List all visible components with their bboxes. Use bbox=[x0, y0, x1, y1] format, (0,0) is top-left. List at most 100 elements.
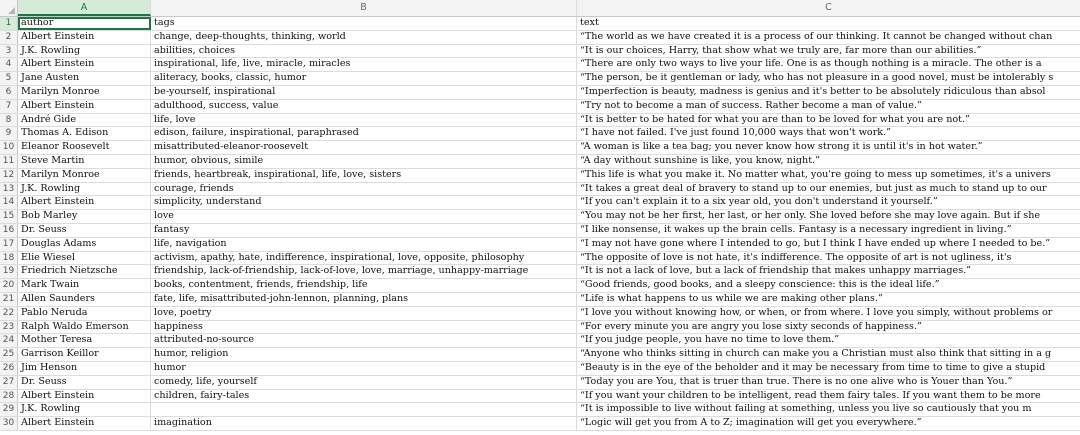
text-cell[interactable]: “I love you without knowing how, or when… bbox=[577, 307, 1080, 320]
tags-cell[interactable]: courage, friends bbox=[151, 182, 577, 196]
tags-cell[interactable]: love bbox=[151, 210, 577, 223]
tags-cell[interactable]: aliteracy, books, classic, humor bbox=[151, 72, 577, 85]
text-cell[interactable]: “If you judge people, you have no time t… bbox=[577, 334, 1080, 347]
author-cell[interactable]: J.K. Rowling bbox=[18, 403, 151, 417]
text-cell[interactable]: “It is not a lack of love, but a lack of… bbox=[577, 265, 1080, 278]
tags-cell[interactable] bbox=[151, 403, 577, 417]
author-cell[interactable]: Mother Teresa bbox=[18, 334, 151, 348]
column-header-b[interactable]: B bbox=[151, 0, 577, 16]
author-cell[interactable]: André Gide bbox=[18, 113, 151, 127]
author-cell[interactable]: Mark Twain bbox=[18, 279, 151, 292]
text-cell[interactable]: “Beauty is in the eye of the beholder an… bbox=[577, 362, 1080, 375]
tags-cell[interactable]: edison, failure, inspirational, paraphra… bbox=[151, 127, 577, 141]
tags-cell[interactable]: imagination bbox=[151, 417, 577, 430]
row-number[interactable]: 24 bbox=[0, 334, 18, 348]
tags-cell[interactable]: adulthood, success, value bbox=[151, 99, 577, 113]
author-cell[interactable]: Elie Wiesel bbox=[18, 251, 151, 265]
text-cell[interactable]: “It is better to be hated for what you a… bbox=[577, 114, 1080, 127]
text-cell[interactable]: “For every minute you are angry you lose… bbox=[577, 321, 1080, 334]
text-cell[interactable]: “A woman is like a tea bag; you never kn… bbox=[577, 141, 1080, 154]
row-number[interactable]: 8 bbox=[0, 113, 18, 127]
row-number[interactable]: 1 bbox=[0, 17, 18, 30]
text-cell[interactable]: “The person, be it gentleman or lady, wh… bbox=[577, 72, 1080, 85]
row-number[interactable]: 6 bbox=[0, 85, 18, 99]
text-cell[interactable]: “I like nonsense, it wakes up the brain … bbox=[577, 224, 1080, 237]
tags-cell[interactable]: life, navigation bbox=[151, 237, 577, 251]
row-number[interactable]: 19 bbox=[0, 265, 18, 279]
tags-cell[interactable]: humor, religion bbox=[151, 348, 577, 361]
author-cell[interactable]: Steve Martin bbox=[18, 154, 151, 168]
tags-cell[interactable]: change, deep-thoughts, thinking, world bbox=[151, 30, 577, 44]
author-cell[interactable]: J.K. Rowling bbox=[18, 44, 151, 58]
text-cell[interactable]: “Good friends, good books, and a sleepy … bbox=[577, 279, 1080, 292]
text-cell[interactable]: “It is impossible to live without failin… bbox=[577, 403, 1080, 416]
row-number[interactable]: 27 bbox=[0, 375, 18, 389]
row-number[interactable]: 23 bbox=[0, 320, 18, 334]
text-cell[interactable]: “The world as we have created it is a pr… bbox=[577, 31, 1080, 44]
row-number[interactable]: 21 bbox=[0, 292, 18, 306]
row-number[interactable]: 16 bbox=[0, 223, 18, 237]
author-cell[interactable]: Thomas A. Edison bbox=[18, 127, 151, 141]
row-number[interactable]: 14 bbox=[0, 196, 18, 210]
select-all-corner[interactable] bbox=[0, 0, 18, 16]
tags-cell[interactable]: fate, life, misattributed-john-lennon, p… bbox=[151, 292, 577, 306]
text-cell[interactable]: “A day without sunshine is like, you kno… bbox=[577, 155, 1080, 168]
tags-cell[interactable]: friends, heartbreak, inspirational, life… bbox=[151, 168, 577, 182]
text-cell[interactable]: “I may not have gone where I intended to… bbox=[577, 238, 1080, 251]
text-cell[interactable]: “You may not be her first, her last, or … bbox=[577, 210, 1080, 223]
row-number[interactable]: 4 bbox=[0, 58, 18, 72]
row-number[interactable]: 15 bbox=[0, 210, 18, 223]
row-number[interactable]: 28 bbox=[0, 389, 18, 403]
text-cell[interactable]: “Today you are You, that is truer than t… bbox=[577, 376, 1080, 389]
row-number[interactable]: 5 bbox=[0, 72, 18, 85]
tags-cell[interactable]: children, fairy-tales bbox=[151, 389, 577, 403]
row-number[interactable]: 30 bbox=[0, 417, 18, 430]
tags-cell[interactable]: abilities, choices bbox=[151, 44, 577, 58]
row-number[interactable]: 10 bbox=[0, 141, 18, 154]
tags-cell[interactable]: simplicity, understand bbox=[151, 196, 577, 210]
row-number[interactable]: 11 bbox=[0, 154, 18, 168]
author-cell[interactable]: Albert Einstein bbox=[18, 389, 151, 403]
author-cell[interactable]: Albert Einstein bbox=[18, 30, 151, 44]
author-cell[interactable]: Jane Austen bbox=[18, 72, 151, 85]
author-cell[interactable]: Albert Einstein bbox=[18, 417, 151, 430]
author-cell[interactable]: Albert Einstein bbox=[18, 58, 151, 72]
text-cell[interactable]: “Anyone who thinks sitting in church can… bbox=[577, 348, 1080, 361]
author-cell[interactable]: Dr. Seuss bbox=[18, 375, 151, 389]
author-cell[interactable]: Marilyn Monroe bbox=[18, 85, 151, 99]
author-cell[interactable]: Dr. Seuss bbox=[18, 223, 151, 237]
row-number[interactable]: 13 bbox=[0, 182, 18, 196]
text-cell[interactable]: “I have not failed. I've just found 10,0… bbox=[577, 127, 1080, 140]
tags-cell[interactable]: humor bbox=[151, 361, 577, 375]
row-number[interactable]: 18 bbox=[0, 251, 18, 265]
author-cell[interactable]: Douglas Adams bbox=[18, 237, 151, 251]
text-cell[interactable]: “Logic will get you from A to Z; imagina… bbox=[577, 417, 1080, 430]
author-cell[interactable]: Garrison Keillor bbox=[18, 348, 151, 361]
text-cell[interactable]: “Imperfection is beauty, madness is geni… bbox=[577, 86, 1080, 99]
tags-cell[interactable]: humor, obvious, simile bbox=[151, 154, 577, 168]
author-cell[interactable]: Allen Saunders bbox=[18, 292, 151, 306]
tags-cell[interactable]: comedy, life, yourself bbox=[151, 375, 577, 389]
tags-cell[interactable]: inspirational, life, live, miracle, mira… bbox=[151, 58, 577, 72]
row-number[interactable]: 3 bbox=[0, 44, 18, 58]
text-cell[interactable]: “Life is what happens to us while we are… bbox=[577, 293, 1080, 306]
author-cell[interactable]: Jim Henson bbox=[18, 361, 151, 375]
tags-cell[interactable]: fantasy bbox=[151, 223, 577, 237]
row-number[interactable]: 26 bbox=[0, 361, 18, 375]
row-number[interactable]: 25 bbox=[0, 348, 18, 361]
row-number[interactable]: 22 bbox=[0, 306, 18, 320]
author-cell[interactable]: Bob Marley bbox=[18, 210, 151, 223]
row-number[interactable]: 7 bbox=[0, 99, 18, 113]
author-cell[interactable]: Albert Einstein bbox=[18, 99, 151, 113]
author-cell[interactable]: Eleanor Roosevelt bbox=[18, 141, 151, 154]
tags-cell[interactable]: life, love bbox=[151, 113, 577, 127]
text-cell[interactable]: “If you want your children to be intelli… bbox=[577, 390, 1080, 403]
tags-cell[interactable]: activism, apathy, hate, indifference, in… bbox=[151, 251, 577, 265]
text-cell[interactable]: “If you can't explain it to a six year o… bbox=[577, 196, 1080, 209]
tags-cell[interactable]: happiness bbox=[151, 320, 577, 334]
author-cell[interactable]: Albert Einstein bbox=[18, 196, 151, 210]
row-number[interactable]: 29 bbox=[0, 403, 18, 417]
row-number[interactable]: 2 bbox=[0, 30, 18, 44]
text-cell[interactable]: “It is our choices, Harry, that show wha… bbox=[577, 45, 1080, 58]
author-cell[interactable]: author bbox=[18, 17, 151, 30]
